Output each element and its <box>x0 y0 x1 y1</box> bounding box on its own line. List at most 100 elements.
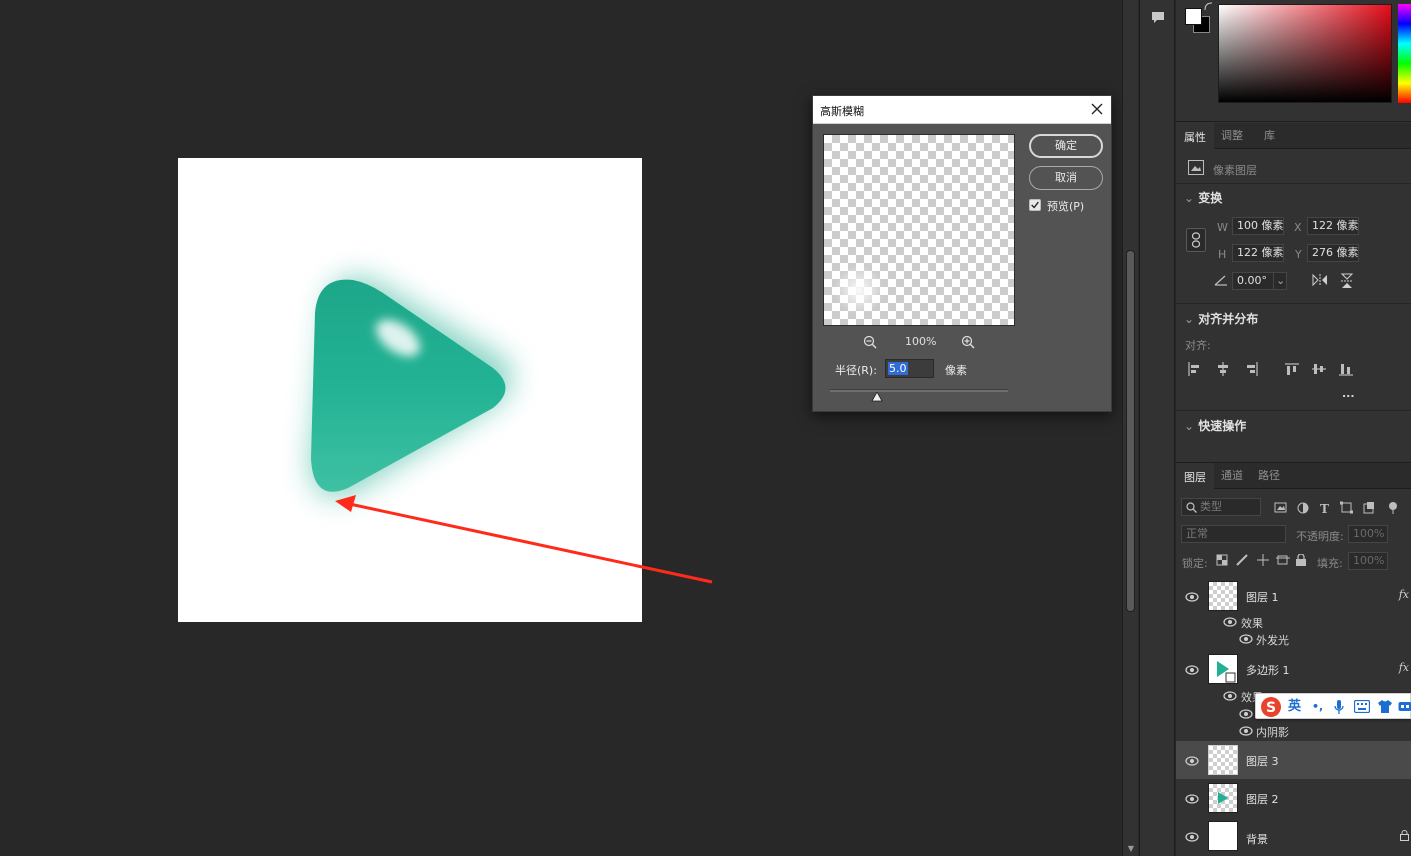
workspace-scrollbar[interactable]: ▼ <box>1122 0 1138 856</box>
effect-outer-glow[interactable]: 外发光 <box>1256 632 1289 648</box>
skin-shirt-icon[interactable] <box>1377 699 1393 714</box>
ime-language-toggle[interactable]: 英 <box>1288 698 1301 716</box>
align-bottom-icon[interactable] <box>1339 364 1353 376</box>
quick-actions-section-header[interactable]: ⌄ 快速操作 <box>1184 417 1246 434</box>
align-top-icon[interactable] <box>1285 363 1299 375</box>
tab-paths[interactable]: 路径 <box>1250 463 1288 489</box>
effect-eye-icon[interactable] <box>1239 726 1253 736</box>
filter-shape-icon[interactable] <box>1340 501 1353 514</box>
radius-input[interactable]: 5.0 <box>885 359 934 378</box>
ime-toolbar: S 英 •, <box>1255 693 1411 719</box>
dialog-titlebar[interactable]: 高斯模糊 <box>813 96 1111 124</box>
ime-punctuation-toggle[interactable]: •, <box>1312 698 1323 716</box>
filter-preview[interactable] <box>823 134 1015 326</box>
blend-mode-select[interactable]: 正常 <box>1181 525 1286 543</box>
sogou-logo-icon[interactable]: S <box>1259 696 1283 718</box>
layer-fx-badge[interactable]: fx <box>1399 661 1409 674</box>
swap-colors-icon[interactable] <box>1204 2 1213 11</box>
foreground-color-swatch[interactable] <box>1185 8 1202 25</box>
tab-layers[interactable]: 图层 <box>1176 463 1214 489</box>
layer-name[interactable]: 图层 1 <box>1246 589 1279 605</box>
align-center-horizontal-icon[interactable] <box>1218 362 1228 376</box>
layer-name[interactable]: 多边形 1 <box>1246 662 1290 678</box>
angle-field[interactable]: 0.00° <box>1232 272 1274 290</box>
visibility-eye-icon[interactable] <box>1185 592 1199 602</box>
link-dimensions-icon[interactable] <box>1186 228 1206 252</box>
align-middle-vertical-icon[interactable] <box>1312 364 1326 374</box>
opacity-field[interactable]: 100% <box>1348 525 1388 543</box>
zoom-out-icon[interactable] <box>863 335 877 349</box>
lock-artboard-icon[interactable] <box>1276 555 1290 565</box>
layer-row-layer3[interactable]: 图层 3 <box>1176 741 1411 779</box>
angle-dropdown-chevron-icon[interactable]: ⌄ <box>1273 272 1287 290</box>
layer-fx-badge[interactable]: fx <box>1399 588 1409 601</box>
effects-eye-icon[interactable] <box>1223 617 1237 627</box>
lock-brush-icon[interactable] <box>1236 554 1248 566</box>
effects-eye-icon[interactable] <box>1223 691 1237 701</box>
layer-row-layer1[interactable]: 图层 1 fx <box>1176 577 1411 615</box>
tab-libraries[interactable]: 库 <box>1256 123 1283 149</box>
effect-inner-shadow[interactable]: 内阴影 <box>1256 724 1289 740</box>
fill-field[interactable]: 100% <box>1348 552 1388 570</box>
lock-transparent-icon[interactable] <box>1216 554 1228 566</box>
comment-icon[interactable] <box>1149 8 1167 26</box>
layer-row-layer2[interactable]: 图层 2 <box>1176 779 1411 817</box>
lock-all-icon[interactable] <box>1296 554 1306 566</box>
close-icon[interactable] <box>1089 101 1105 117</box>
zoom-controls: 100% <box>823 334 1015 350</box>
filter-type-icon[interactable]: T <box>1320 502 1329 515</box>
color-panel <box>1176 0 1411 122</box>
layer-name[interactable]: 背景 <box>1246 831 1268 847</box>
layer-thumbnail <box>1208 745 1238 775</box>
effect-eye-icon[interactable] <box>1239 634 1253 644</box>
filter-toggle-icon[interactable] <box>1389 502 1397 514</box>
visibility-eye-icon[interactable] <box>1185 794 1199 804</box>
properties-tabs: 属性 调整 库 <box>1176 123 1411 149</box>
tab-properties[interactable]: 属性 <box>1176 123 1214 149</box>
filter-adjustment-icon[interactable] <box>1297 502 1309 514</box>
lock-move-icon[interactable] <box>1257 554 1269 566</box>
y-position-field[interactable]: 276 像素 <box>1307 244 1359 262</box>
layer-name[interactable]: 图层 3 <box>1246 753 1279 769</box>
effect-eye-icon[interactable] <box>1239 709 1253 719</box>
layers-tabs: 图层 通道 路径 <box>1176 463 1411 489</box>
hue-slider[interactable] <box>1398 4 1411 103</box>
ok-button[interactable]: 确定 <box>1029 134 1103 158</box>
filter-pixel-icon[interactable] <box>1274 502 1287 513</box>
angle-icon <box>1214 275 1227 286</box>
align-right-icon[interactable] <box>1247 362 1258 376</box>
transform-section-header[interactable]: ⌄ 变换 <box>1184 189 1222 206</box>
visibility-eye-icon[interactable] <box>1185 756 1199 766</box>
layer-row-background[interactable]: 背景 <box>1176 817 1411 855</box>
filter-smart-object-icon[interactable] <box>1363 502 1374 514</box>
triangle-thumbnail-icon <box>1217 661 1236 683</box>
scroll-down-icon[interactable]: ▼ <box>1126 844 1136 853</box>
layer-row-polygon1[interactable]: 多边形 1 fx <box>1176 650 1411 688</box>
toolbox-icon[interactable] <box>1398 700 1411 713</box>
visibility-eye-icon[interactable] <box>1185 665 1199 675</box>
radius-slider-track[interactable] <box>830 389 1008 392</box>
microphone-icon[interactable] <box>1334 699 1344 715</box>
layer-thumbnail <box>1208 783 1238 813</box>
flip-horizontal-icon[interactable] <box>1312 273 1328 287</box>
flip-vertical-icon[interactable] <box>1340 273 1354 289</box>
x-position-field[interactable]: 122 像素 <box>1307 217 1359 235</box>
color-picker-field[interactable] <box>1218 4 1392 103</box>
align-left-icon[interactable] <box>1188 362 1199 376</box>
height-field[interactable]: 122 像素 <box>1232 244 1284 262</box>
triangle-thumbnail-icon <box>1218 792 1228 804</box>
align-section-header[interactable]: ⌄ 对齐并分布 <box>1184 310 1258 327</box>
zoom-in-icon[interactable] <box>961 335 975 349</box>
keyboard-icon[interactable] <box>1354 700 1370 713</box>
width-field[interactable]: 100 像素 <box>1232 217 1284 235</box>
tab-adjustments[interactable]: 调整 <box>1213 123 1251 149</box>
scrollbar-thumb[interactable] <box>1126 250 1135 612</box>
visibility-eye-icon[interactable] <box>1185 832 1199 842</box>
more-options-icon[interactable]: ... <box>1342 387 1355 400</box>
tab-channels[interactable]: 通道 <box>1213 463 1251 489</box>
radius-slider-thumb[interactable] <box>871 392 883 402</box>
cancel-button[interactable]: 取消 <box>1029 166 1103 190</box>
layer-name[interactable]: 图层 2 <box>1246 791 1279 807</box>
dialog-title: 高斯模糊 <box>820 105 864 118</box>
preview-checkbox[interactable] <box>1029 199 1041 211</box>
